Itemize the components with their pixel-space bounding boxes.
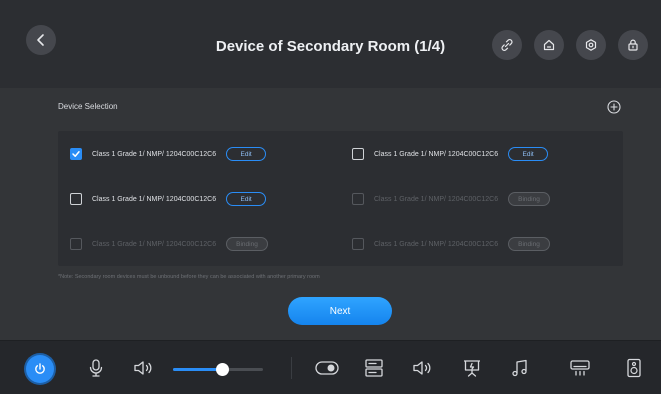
microphone-button[interactable] [84,356,108,380]
device-item: Class 1 Grade 1/ NMP/ 1204C00C12C6 Bindi… [352,233,550,255]
music-note-icon [512,359,527,377]
device-item[interactable]: Class 1 Grade 1/ NMP/ 1204C00C12C6 Edit [70,143,267,165]
device-selection-section: Device Selection Class 1 Grade 1/ NMP/ 1… [0,88,661,340]
volume-slider-handle[interactable] [216,363,229,376]
air-conditioner-icon [570,360,590,376]
device-label: Class 1 Grade 1/ NMP/ 1204C00C12C6 [374,150,499,158]
binding-badge: Binding [226,237,268,251]
note-text: *Note: Secondary room devices must be un… [58,274,320,280]
plus-circle-icon [607,100,621,114]
link-icon [501,39,513,51]
checkmark-icon [72,151,80,157]
add-device-button[interactable] [606,99,622,115]
speaker-box-icon [627,358,641,378]
speaker-button[interactable] [411,356,435,380]
settings-button[interactable] [576,30,606,60]
volume-button[interactable] [132,356,156,380]
device-checkbox [352,193,364,205]
home-icon [543,39,555,51]
device-item: Class 1 Grade 1/ NMP/ 1204C00C12C6 Bindi… [352,188,550,210]
speaker-icon [134,361,152,375]
link-button[interactable] [492,30,522,60]
music-button[interactable] [508,356,532,380]
device-checkbox[interactable] [352,148,364,160]
device-item[interactable]: Class 1 Grade 1/ NMP/ 1204C00C12C6 Edit [70,188,267,210]
binding-badge: Binding [508,192,550,206]
edit-button[interactable]: Edit [226,147,267,161]
device-item[interactable]: Class 1 Grade 1/ NMP/ 1204C00C12C6 Edit [352,143,549,165]
air-conditioner-button[interactable] [568,356,592,380]
device-label: Class 1 Grade 1/ NMP/ 1204C00C12C6 [374,240,499,248]
device-label: Class 1 Grade 1/ NMP/ 1204C00C12C6 [92,240,217,248]
volume-slider[interactable] [173,363,263,376]
power-icon [35,363,45,374]
device-checkbox[interactable] [70,148,82,160]
binding-badge: Binding [508,237,550,251]
speaker-box-button[interactable] [622,356,646,380]
section-label: Device Selection [58,102,118,111]
power-button[interactable] [26,355,54,383]
home-button[interactable] [534,30,564,60]
device-checkbox [352,238,364,250]
device-label: Class 1 Grade 1/ NMP/ 1204C00C12C6 [92,150,217,158]
microphone-icon [89,359,103,377]
toggle-icon [315,361,339,375]
projector-icon [464,360,480,377]
next-button[interactable]: Next [288,297,392,325]
lock-button[interactable] [618,30,648,60]
toggle-button[interactable] [315,356,339,380]
device-label: Class 1 Grade 1/ NMP/ 1204C00C12C6 [374,195,499,203]
speaker-icon [413,361,431,375]
device-item: Class 1 Grade 1/ NMP/ 1204C00C12C6 Bindi… [70,233,268,255]
device-rack-icon [365,359,383,377]
control-bar [0,340,661,394]
projector-button[interactable] [460,356,484,380]
edit-button[interactable]: Edit [226,192,267,206]
device-checkbox [70,238,82,250]
divider [291,357,292,379]
lock-icon [628,39,638,51]
device-list: Class 1 Grade 1/ NMP/ 1204C00C12C6 Edit … [58,131,623,266]
gear-icon [585,39,597,51]
edit-button[interactable]: Edit [508,147,549,161]
header: Device of Secondary Room (1/4) [0,0,661,88]
device-checkbox[interactable] [70,193,82,205]
device-rack-button[interactable] [362,356,386,380]
device-label: Class 1 Grade 1/ NMP/ 1204C00C12C6 [92,195,217,203]
